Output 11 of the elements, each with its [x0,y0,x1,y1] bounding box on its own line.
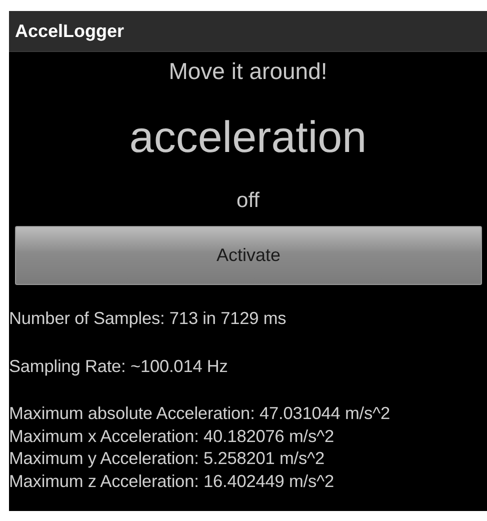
heading: acceleration [129,113,367,163]
prompt-text: Move it around! [168,58,328,85]
stat-text: Number of Samples: 713 in 7129 ms [9,307,288,330]
stat-text: Maximum absolute Acceleration: 47.031044 m/s^2 [9,402,392,424]
status-text: off [236,189,260,213]
stat-text: Maximum y Acceleration: 5.258201 m/s^2 [9,447,326,470]
stat-text: Maximum z Acceleration: 16.402449 m/s^2 [9,470,336,492]
activate-button[interactable]: Activate [15,226,482,285]
stat-text: Sampling Rate: ~100.014 Hz [9,354,229,377]
stat-text: Maximum x Acceleration: 40.182076 m/s^2 [9,424,336,447]
window-title: AccelLogger [15,20,124,42]
